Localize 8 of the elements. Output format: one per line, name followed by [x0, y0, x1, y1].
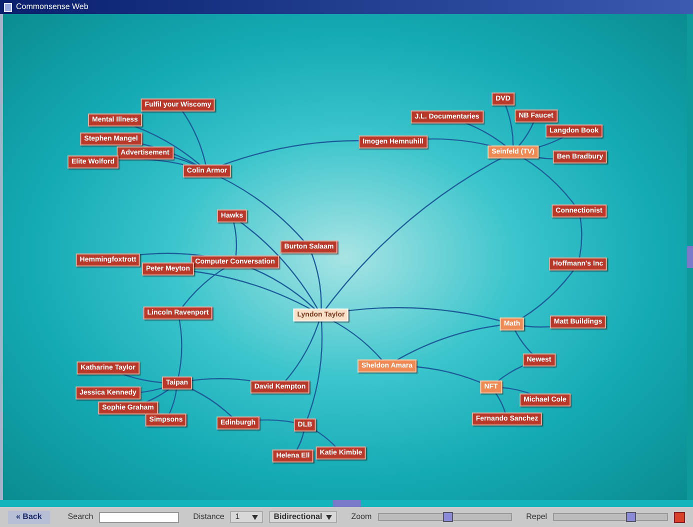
distance-label: Distance	[193, 511, 224, 523]
distance-dropdown[interactable]: 1	[230, 511, 263, 523]
repel-label: Repel	[526, 511, 548, 523]
direction-dropdown[interactable]: Bidirectional	[268, 511, 338, 523]
back-button[interactable]: « Back	[8, 510, 50, 524]
zoom-label: Zoom	[351, 511, 372, 523]
window-title: Commonsense Web	[16, 3, 88, 11]
search-label: Search	[68, 511, 94, 523]
